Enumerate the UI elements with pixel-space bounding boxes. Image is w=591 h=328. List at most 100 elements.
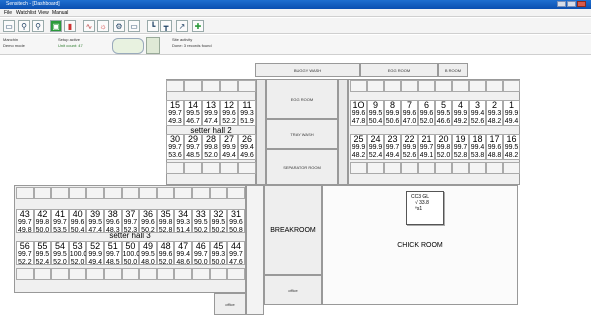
room-separator[interactable]: SEPARATOR ROOM — [266, 149, 338, 185]
sensor-tag[interactable] — [139, 187, 157, 199]
setter-cell[interactable]: 30 99.7 53.6 — [166, 134, 184, 160]
setter-cell[interactable]: 37 99.7 52.3 — [121, 209, 140, 234]
setter-cell[interactable]: 42 99.8 50.0 — [33, 209, 52, 234]
setter-cell[interactable]: 8 99.9 50.6 — [384, 100, 401, 126]
menu-file[interactable]: File — [4, 10, 12, 16]
room-egg-side[interactable]: EGG ROOM — [266, 79, 338, 119]
layout-icon[interactable]: ┗ — [147, 20, 159, 32]
monitor-icon[interactable]: ▣ — [50, 20, 62, 32]
setter-cell[interactable]: 38 99.6 48.3 — [104, 209, 122, 234]
sensor-tag[interactable] — [192, 187, 210, 199]
setter-cell[interactable]: 3 99.4 52.6 — [469, 100, 486, 126]
setter-cell[interactable]: 50 100.0 50.0 — [121, 241, 140, 266]
setter-cell[interactable]: 34 99.3 51.4 — [174, 209, 192, 234]
setter-cell[interactable]: 5 99.5 46.6 — [435, 100, 452, 126]
sensor-tag[interactable] — [220, 80, 238, 92]
sensor-tag[interactable] — [238, 80, 256, 92]
sensor-tag[interactable] — [156, 268, 175, 280]
setter-cell[interactable]: 12 99.6 52.2 — [220, 100, 238, 126]
room-office-a[interactable]: office — [264, 275, 322, 305]
setter-cell[interactable]: 46 99.7 50.0 — [192, 241, 210, 266]
setter-cell[interactable]: 28 99.8 52.0 — [202, 134, 220, 160]
sensor-tag[interactable] — [202, 162, 220, 174]
sensor-tag[interactable] — [486, 162, 503, 174]
setter-cell[interactable]: 54 99.5 52.0 — [51, 241, 69, 266]
setter-cell[interactable]: 55 99.5 52.4 — [33, 241, 52, 266]
setter-cell[interactable]: 26 99.4 49.6 — [238, 134, 256, 160]
sensor-tag[interactable] — [452, 80, 469, 92]
close-button[interactable] — [577, 1, 586, 7]
setter-cell[interactable]: 45 99.3 50.0 — [209, 241, 228, 266]
sensor-tag[interactable] — [486, 80, 503, 92]
sensor-tag[interactable] — [384, 162, 401, 174]
setter-cell[interactable]: 29 99.7 48.5 — [184, 134, 202, 160]
setter-cell[interactable]: 43 99.7 49.8 — [16, 209, 34, 234]
sensor-tag[interactable] — [156, 187, 175, 199]
setter-cell[interactable]: 18 99.4 53.8 — [469, 134, 486, 160]
setter-cell[interactable]: 40 99.6 50.4 — [68, 209, 87, 234]
sensor-tag[interactable] — [139, 268, 157, 280]
room-buggy-wash[interactable]: BUGGY WASH — [255, 63, 360, 77]
setter-cell[interactable]: 13 99.9 47.4 — [202, 100, 220, 126]
sensor-tag[interactable] — [209, 187, 228, 199]
sensor-tag[interactable] — [238, 162, 256, 174]
sensor-tag[interactable] — [33, 268, 52, 280]
sensor-tag[interactable] — [435, 80, 452, 92]
setter-cell[interactable]: 23 99.7 49.4 — [384, 134, 401, 160]
setter-cell[interactable]: 35 99.8 52.8 — [156, 209, 175, 234]
setter-cell[interactable]: 44 99.7 47.6 — [227, 241, 245, 266]
setter-cell[interactable]: 53 100.0 52.0 — [68, 241, 87, 266]
setter-cell[interactable]: 32 99.5 50.2 — [209, 209, 228, 234]
sensor-tag[interactable] — [202, 80, 220, 92]
setter-cell[interactable]: 31 99.6 50.8 — [227, 209, 245, 234]
menu-view[interactable]: View — [38, 10, 49, 16]
setter-cell[interactable]: 2 99.3 48.2 — [486, 100, 503, 126]
setter-cell[interactable]: 52 99.9 49.4 — [86, 241, 104, 266]
sensor-panel-cc3[interactable]: CC3 GL √ 33.8 ºs1 — [406, 191, 444, 225]
sensor-tag[interactable] — [401, 80, 418, 92]
menu-watchlist[interactable]: Watchlist — [16, 10, 36, 16]
alarm-icon[interactable]: ☼ — [97, 20, 109, 32]
setter-cell[interactable]: 21 99.7 49.1 — [418, 134, 435, 160]
sensor-tag[interactable] — [121, 187, 140, 199]
chart-icon[interactable]: ▮ — [64, 20, 76, 32]
setter-cell[interactable]: 49 99.5 48.0 — [139, 241, 157, 266]
sensor-tag[interactable] — [418, 80, 435, 92]
sensor-tag[interactable] — [503, 80, 520, 92]
export-icon[interactable]: ↗ — [176, 20, 188, 32]
sensor-tag[interactable] — [51, 187, 69, 199]
sensor-tag[interactable] — [104, 187, 122, 199]
sensor-tag[interactable] — [86, 187, 104, 199]
sensor-tag[interactable] — [503, 162, 520, 174]
setter-cell[interactable]: 47 99.4 48.6 — [174, 241, 192, 266]
sensor-tag[interactable] — [401, 162, 418, 174]
room-tray-wash[interactable]: TRAY WASH — [266, 119, 338, 149]
setter-cell[interactable]: 48 99.6 52.0 — [156, 241, 175, 266]
settings-icon[interactable]: ⚙ — [113, 20, 125, 32]
open-icon[interactable]: ▭ — [3, 20, 15, 32]
display-icon[interactable]: ▭ — [128, 20, 140, 32]
sensor-tag[interactable] — [367, 162, 384, 174]
setter-cell[interactable]: 56 99.7 52.2 — [16, 241, 34, 266]
sensor-tag[interactable] — [174, 268, 192, 280]
zoom-icon[interactable]: ⚲ — [32, 20, 44, 32]
sensor-tag[interactable] — [435, 162, 452, 174]
setter-cell[interactable]: 24 99.9 52.4 — [367, 134, 384, 160]
sensor-tag[interactable] — [220, 162, 238, 174]
sensor-tag[interactable] — [121, 268, 140, 280]
setter-cell[interactable]: 7 99.6 47.0 — [401, 100, 418, 126]
setter-cell[interactable]: 33 99.5 50.2 — [192, 209, 210, 234]
green-arrow-icon[interactable]: ✚ — [192, 20, 204, 32]
sensor-tag[interactable] — [227, 268, 245, 280]
sensor-tag[interactable] — [192, 268, 210, 280]
sensor-tag[interactable] — [166, 162, 184, 174]
split-icon[interactable]: ┳ — [160, 20, 172, 32]
sensor-tag[interactable] — [209, 268, 228, 280]
sensor-tag[interactable] — [86, 268, 104, 280]
setter-cell[interactable]: 27 99.9 49.4 — [220, 134, 238, 160]
setter-cell[interactable]: 1 99.9 49.4 — [503, 100, 520, 126]
setter-cell[interactable]: 11 99.3 51.9 — [238, 100, 256, 126]
setter-cell[interactable]: 15 99.7 49.3 — [166, 100, 184, 126]
setter-cell[interactable]: 14 99.5 46.7 — [184, 100, 202, 126]
sensor-tag[interactable] — [452, 162, 469, 174]
